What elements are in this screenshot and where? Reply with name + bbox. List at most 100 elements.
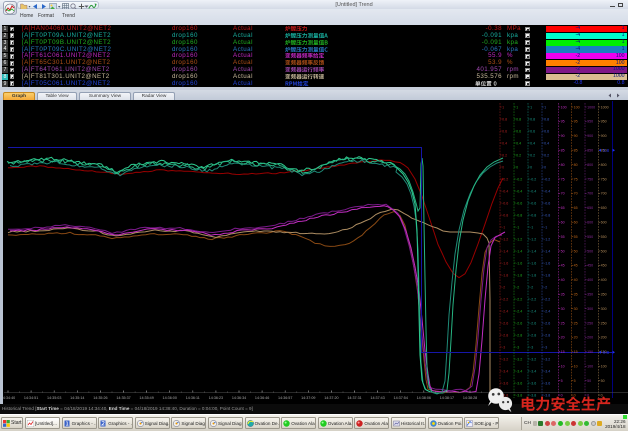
svg-text:14:36:34: 14:36:34 [232,396,246,400]
svg-text:500: 500 [587,249,593,253]
svg-text:-0.4: -0.4 [544,189,550,193]
svg-text:0.8: 0.8 [544,117,549,121]
svg-text:750: 750 [601,177,607,181]
svg-text:50: 50 [561,249,565,253]
svg-text:-0.6: -0.6 [516,201,522,205]
svg-text:-1.6: -1.6 [530,261,536,265]
svg-text:650: 650 [601,206,607,210]
svg-text:1: 1 [516,105,518,109]
svg-text:0.4: 0.4 [530,141,535,145]
svg-text:850: 850 [587,149,593,153]
svg-text:-3.4: -3.4 [502,369,508,373]
svg-text:55: 55 [561,235,565,239]
svg-text:100: 100 [587,365,593,369]
svg-text:1: 1 [502,105,504,109]
svg-text:-1.6: -1.6 [516,261,522,265]
svg-text:-3.4: -3.4 [530,369,536,373]
svg-text:-2.6: -2.6 [544,321,550,325]
svg-text:800: 800 [601,163,607,167]
svg-text:14:35:26: 14:35:26 [93,396,107,400]
svg-text:14:36:57: 14:36:57 [278,396,292,400]
svg-text:-1.6: -1.6 [502,261,508,265]
svg-text:14:36:00: 14:36:00 [163,396,177,400]
svg-text:50: 50 [574,249,578,253]
svg-text:70: 70 [561,192,565,196]
svg-text:-0.6: -0.6 [502,201,508,205]
svg-text:0.6: 0.6 [544,129,549,133]
svg-text:400: 400 [587,278,593,282]
svg-text:85: 85 [561,149,565,153]
svg-text:-2.2: -2.2 [516,297,522,301]
svg-text:-2.4: -2.4 [544,309,550,313]
svg-text:14:34:51: 14:34:51 [24,396,38,400]
svg-text:80: 80 [574,163,578,167]
svg-text:400: 400 [601,278,607,282]
svg-text:1000: 1000 [587,105,595,109]
svg-text:0.8: 0.8 [502,117,507,121]
svg-text:0.6: 0.6 [530,129,535,133]
svg-text:-1.2: -1.2 [530,237,536,241]
svg-text:15: 15 [561,350,565,354]
svg-text:65: 65 [561,206,565,210]
svg-text:14:35:14: 14:35:14 [70,396,84,400]
svg-text:-2.4: -2.4 [530,309,536,313]
svg-text:-3: -3 [516,345,519,349]
svg-text:1: 1 [530,105,532,109]
svg-text:-0.8: -0.8 [544,213,550,217]
svg-text:100: 100 [601,365,607,369]
svg-text:-0.8: -0.8 [530,213,536,217]
svg-text:90: 90 [574,134,578,138]
svg-text:14:37:20: 14:37:20 [324,396,338,400]
svg-text:450: 450 [587,264,593,268]
svg-text:14:34:40: 14:34:40 [3,396,15,400]
svg-text:-2: -2 [544,285,547,289]
svg-text:-0.4: -0.4 [516,189,522,193]
svg-text:1000: 1000 [601,105,609,109]
svg-text:0.4: 0.4 [502,141,507,145]
svg-text:-3.4: -3.4 [544,369,550,373]
svg-text:600: 600 [601,221,607,225]
svg-text:0.8: 0.8 [603,350,610,355]
svg-text:-2.6: -2.6 [502,321,508,325]
svg-text:-3.2: -3.2 [530,357,536,361]
svg-text:14:35:37: 14:35:37 [116,396,130,400]
svg-text:-2.8: -2.8 [530,333,536,337]
svg-text:0.8: 0.8 [603,148,610,153]
svg-text:-2.4: -2.4 [516,309,522,313]
svg-text:20: 20 [561,336,565,340]
svg-text:-2.4: -2.4 [502,309,508,313]
svg-text:800: 800 [587,163,593,167]
svg-text:-2.8: -2.8 [544,333,550,337]
svg-text:30: 30 [561,307,565,311]
svg-text:14:37:54: 14:37:54 [394,396,408,400]
svg-text:14:36:46: 14:36:46 [255,396,269,400]
svg-text:550: 550 [601,235,607,239]
svg-text:0.6: 0.6 [502,129,507,133]
svg-text:0: 0 [516,165,518,169]
svg-text:14:37:43: 14:37:43 [370,396,384,400]
svg-text:0.2: 0.2 [544,153,549,157]
svg-text:35: 35 [574,293,578,297]
svg-text:-2.2: -2.2 [502,297,508,301]
svg-text:45: 45 [574,264,578,268]
svg-text:100: 100 [561,105,567,109]
svg-text:-2.6: -2.6 [516,321,522,325]
svg-text:-3: -3 [502,345,505,349]
svg-text:15: 15 [574,350,578,354]
svg-text:350: 350 [587,293,593,297]
svg-text:-3.2: -3.2 [516,357,522,361]
svg-text:-1: -1 [516,225,519,229]
svg-text:950: 950 [587,120,593,124]
svg-text:-1.8: -1.8 [530,273,536,277]
svg-text:-1: -1 [544,225,547,229]
svg-text:-2.8: -2.8 [516,333,522,337]
svg-text:95: 95 [561,120,565,124]
svg-text:75: 75 [574,177,578,181]
svg-text:150: 150 [587,350,593,354]
svg-text:250: 250 [601,321,607,325]
svg-text:14:38:28: 14:38:28 [463,396,477,400]
svg-text:950: 950 [601,120,607,124]
svg-text:0.2: 0.2 [516,153,521,157]
svg-text:-0.6: -0.6 [530,201,536,205]
svg-text:1: 1 [544,105,546,109]
